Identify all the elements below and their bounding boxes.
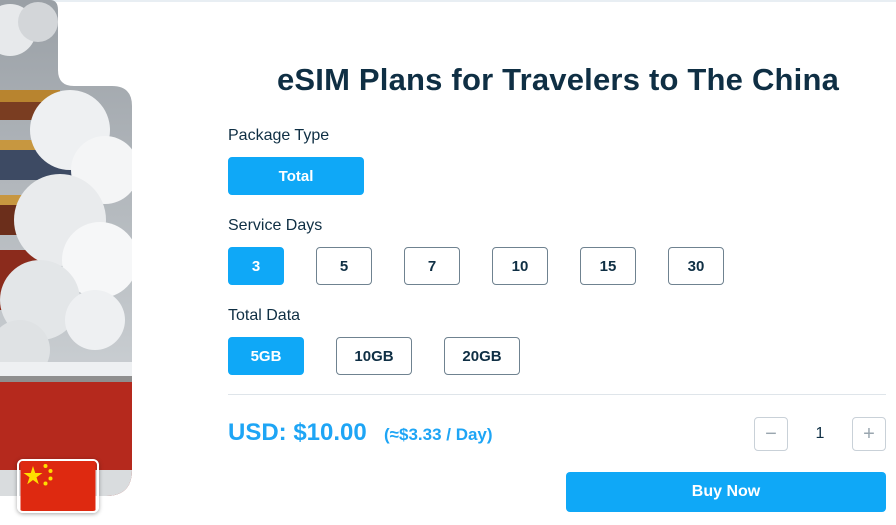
china-flag-icon — [17, 459, 99, 513]
service-days-option-7[interactable]: 7 — [404, 247, 460, 285]
service-days-option-10[interactable]: 10 — [492, 247, 548, 285]
service-days-option-3[interactable]: 3 — [228, 247, 284, 285]
divider — [228, 394, 886, 395]
buy-now-button[interactable]: Buy Now — [566, 472, 886, 512]
data-option-20gb[interactable]: 20GB — [444, 337, 520, 375]
service-days-option-5[interactable]: 5 — [316, 247, 372, 285]
data-option-10gb[interactable]: 10GB — [336, 337, 412, 375]
package-type-label: Package Type — [228, 127, 330, 144]
page-title: eSIM Plans for Travelers to The China — [276, 62, 840, 97]
service-days-option-30[interactable]: 30 — [668, 247, 724, 285]
price-total: USD: $10.00 — [228, 419, 367, 446]
package-option-total[interactable]: Total — [228, 157, 364, 195]
destination-hero-image — [0, 0, 132, 496]
service-days-option-15[interactable]: 15 — [580, 247, 636, 285]
service-days-label: Service Days — [228, 217, 323, 234]
quantity-value[interactable]: 1 — [800, 425, 840, 443]
quantity-increase-button[interactable]: + — [852, 417, 886, 451]
top-border — [0, 0, 896, 2]
total-data-label: Total Data — [228, 307, 301, 324]
data-option-5gb[interactable]: 5GB — [228, 337, 304, 375]
price-per-day: (≈$3.33 / Day) — [384, 425, 493, 444]
quantity-decrease-button[interactable]: − — [754, 417, 788, 451]
